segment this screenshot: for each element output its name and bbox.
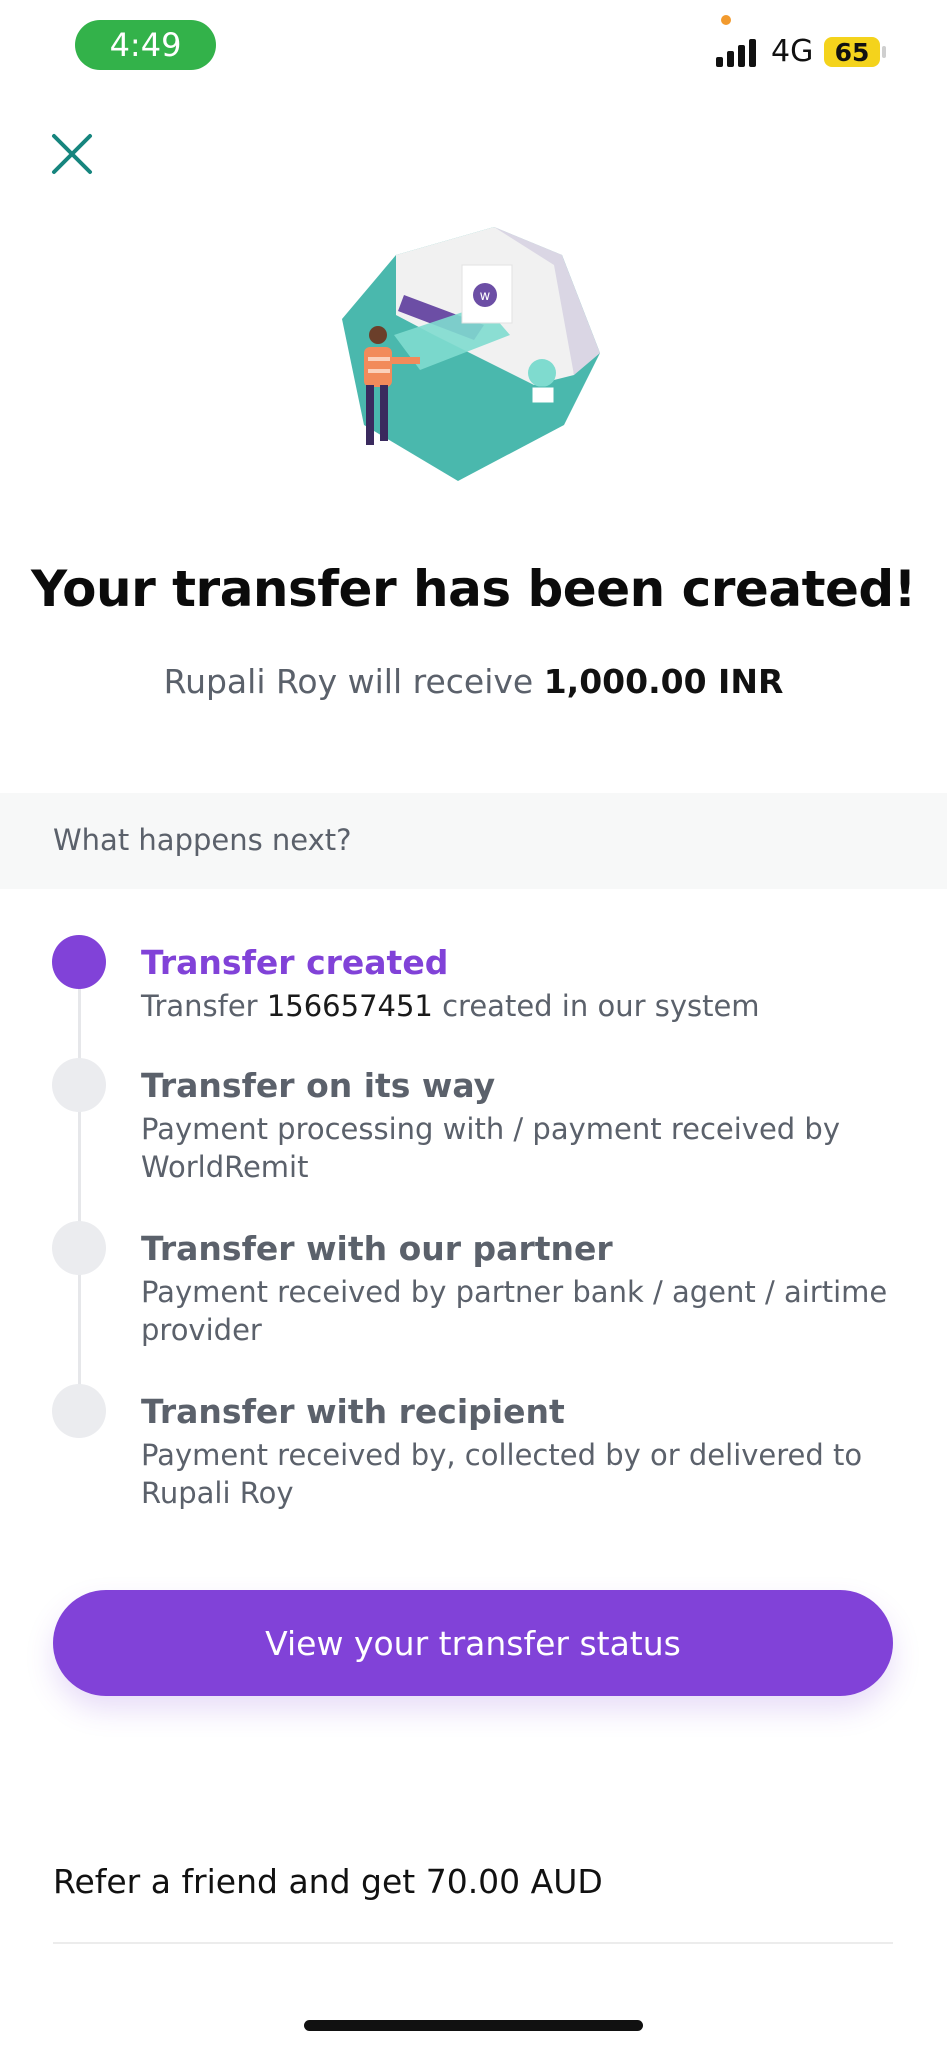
next-steps-header: What happens next?	[0, 793, 947, 889]
privacy-indicator-dot	[721, 15, 731, 25]
step-indicator-recipient	[52, 1384, 106, 1438]
receive-summary-text: Rupali Roy will receive	[163, 662, 544, 701]
step-description: Payment received by, collected by or del…	[141, 1438, 863, 1510]
step-indicator-created	[52, 935, 106, 989]
page-title: Your transfer has been created!	[31, 560, 917, 618]
timeline-connector	[78, 960, 81, 1405]
close-icon	[52, 134, 92, 174]
step-title: Transfer created	[141, 943, 449, 982]
home-indicator	[304, 2020, 643, 2031]
step-transfer-partner: Transfer with our partner Payment receiv…	[141, 1229, 901, 1349]
battery-tip	[882, 46, 886, 58]
step-transfer-created: Transfer created Transfer 156657451 crea…	[141, 943, 901, 1025]
svg-text:w: w	[480, 289, 491, 304]
close-button[interactable]	[48, 130, 96, 178]
step-desc-prefix: Transfer	[141, 989, 267, 1023]
step-description: Transfer 156657451 created in our system	[141, 987, 901, 1025]
step-title: Transfer with recipient	[141, 1392, 565, 1431]
battery-icon: 65	[824, 37, 880, 67]
step-transfer-on-way: Transfer on its way Payment processing w…	[141, 1066, 901, 1186]
next-steps-heading: What happens next?	[53, 823, 352, 857]
step-title: Transfer with our partner	[141, 1229, 613, 1268]
step-desc-suffix: created in our system	[432, 989, 760, 1023]
transfer-id: 156657451	[266, 989, 433, 1023]
status-time: 4:49	[75, 20, 216, 70]
refer-friend-link[interactable]: Refer a friend and get 70.00 AUD	[53, 1862, 603, 1901]
step-description: Payment received by partner bank / agent…	[141, 1275, 888, 1347]
receive-amount: 1,000.00 INR	[543, 662, 784, 701]
step-indicator-partner	[52, 1221, 106, 1275]
receive-summary: Rupali Roy will receive 1,000.00 INR	[0, 662, 947, 701]
battery-level: 65	[834, 37, 870, 67]
divider	[53, 1942, 893, 1944]
step-description: Payment processing with / payment receiv…	[141, 1112, 840, 1184]
transfer-illustration: w	[342, 227, 600, 481]
step-indicator-on-way	[52, 1058, 106, 1112]
signal-icon	[716, 37, 760, 67]
network-type: 4G	[771, 34, 814, 69]
step-transfer-recipient: Transfer with recipient Payment received…	[141, 1392, 901, 1512]
step-title: Transfer on its way	[141, 1066, 496, 1105]
view-transfer-status-button[interactable]: View your transfer status	[53, 1590, 893, 1696]
